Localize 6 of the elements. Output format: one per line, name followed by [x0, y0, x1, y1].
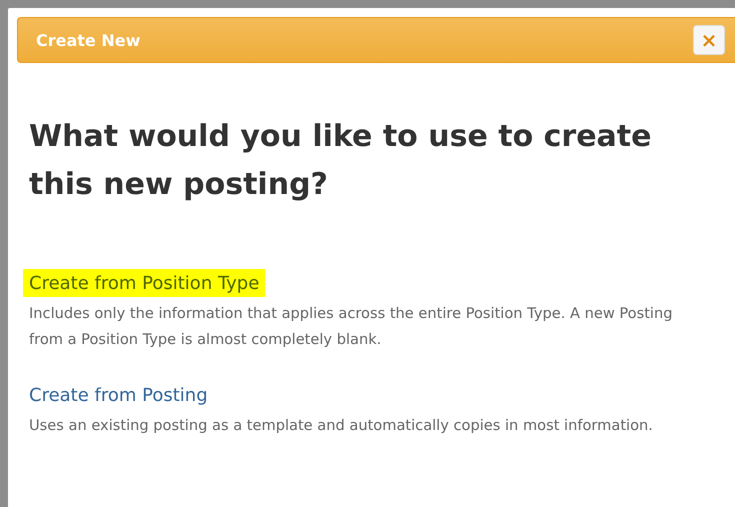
option-link[interactable]: Create from Position Type	[23, 269, 266, 297]
option-description: Includes only the information that applies across the entire Position Type. A new Posting from a Position Type is almost completely blank.	[29, 304, 674, 350]
dialog-heading: What would you like to use to create this new posting?	[29, 118, 652, 204]
option-link[interactable]: Create from Posting	[23, 381, 214, 409]
option-description: Uses an existing posting as a template and automatically copies in most information.	[29, 416, 654, 436]
dialog-title: Create New	[36, 30, 140, 50]
